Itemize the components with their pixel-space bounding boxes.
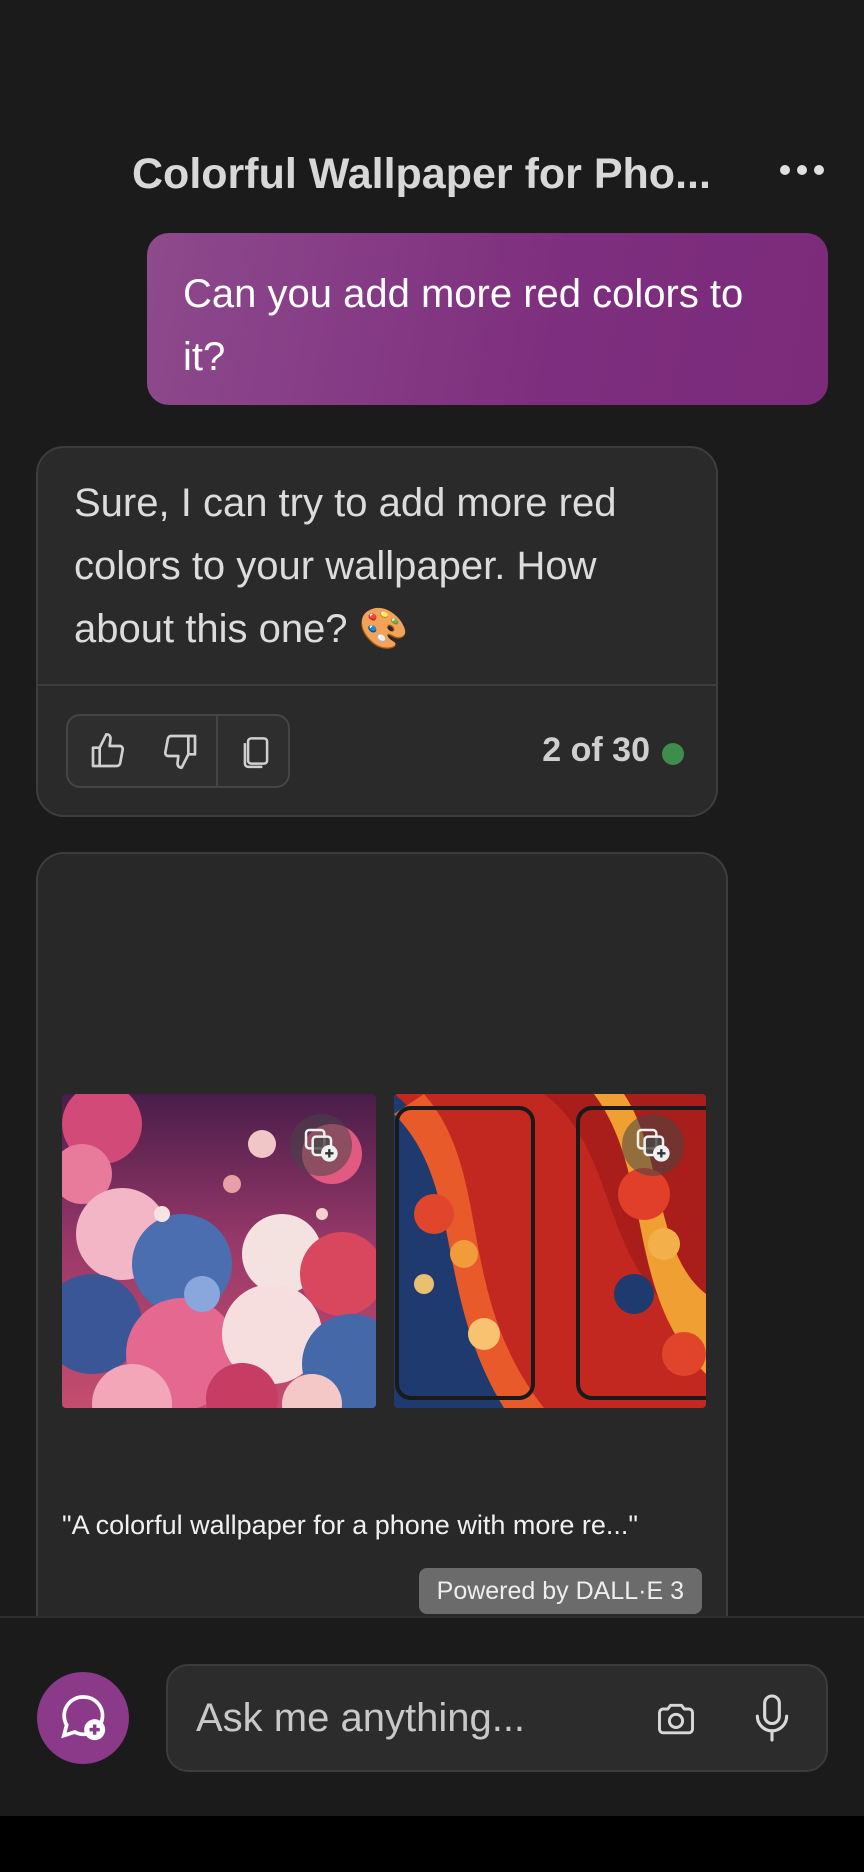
new-chat-icon [61,1695,106,1741]
thumbs-down-icon [163,734,197,769]
image-caption: "A colorful wallpaper for a phone with m… [62,1510,638,1540]
new-chat-button[interactable] [37,1672,129,1764]
user-message-bubble: Can you add more red colors to it? [147,233,828,405]
image-result-card: "A colorful wallpaper for a phone with m… [36,852,728,1622]
copy-button[interactable] [220,716,292,786]
thumbs-up-icon [91,733,125,768]
status-dot [662,743,684,765]
save-to-collection-button[interactable] [622,1114,684,1176]
copy-icon [243,737,269,769]
camera-button[interactable] [650,1694,702,1746]
divider [38,684,716,686]
bot-message-text: Sure, I can try to add more red colors t… [74,481,617,651]
thumbs-down-button[interactable] [144,716,216,786]
feedback-group [66,714,290,788]
save-to-collection-button[interactable] [290,1114,352,1176]
bot-message-card: Sure, I can try to add more red colors t… [36,446,718,817]
response-counter: 2 of 30 [542,731,650,769]
message-input[interactable] [196,1696,616,1741]
chat-title: Colorful Wallpaper for Pho... [132,150,711,198]
microphone-button[interactable] [746,1688,798,1748]
system-navigation-bar [0,1816,864,1872]
generated-image-1[interactable] [62,1094,376,1408]
thumbs-up-button[interactable] [72,716,144,786]
generated-image-2[interactable] [394,1094,706,1408]
more-options-icon-dot [814,165,824,175]
composer-bar [0,1616,864,1816]
camera-icon [658,1703,694,1735]
feedback-separator [216,716,218,786]
microphone-icon [755,1694,789,1742]
powered-by-badge: Powered by DALL·E 3 [418,1568,702,1614]
message-input-box [166,1664,828,1772]
save-to-collection-icon [304,1128,338,1162]
more-options-icon-dot [797,165,807,175]
more-options-button[interactable] [772,150,832,190]
more-options-icon [780,165,790,175]
save-to-collection-icon [636,1128,670,1162]
